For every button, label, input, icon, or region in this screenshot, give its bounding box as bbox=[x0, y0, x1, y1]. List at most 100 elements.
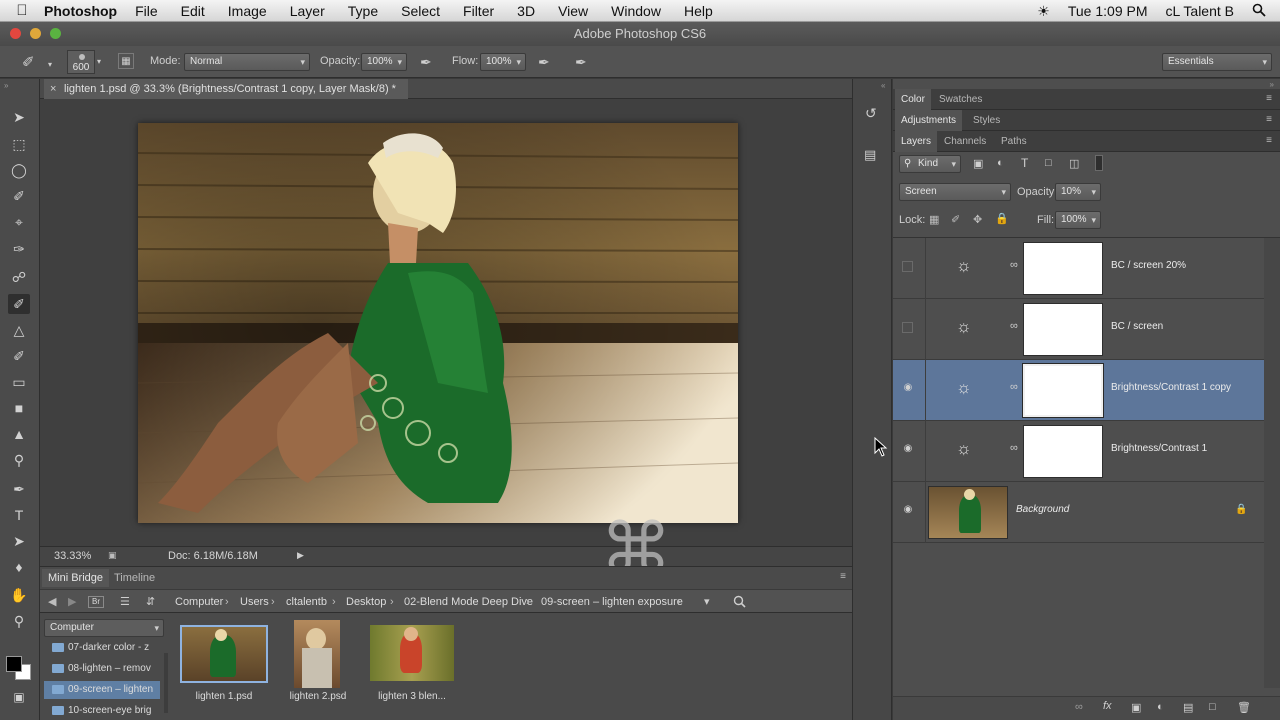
visibility-toggle-off[interactable] bbox=[902, 322, 913, 333]
menu-clock[interactable]: Tue 1:09 PM bbox=[1068, 3, 1148, 19]
brightness-icon[interactable]: ☀ bbox=[1037, 3, 1050, 20]
panel-menu-icon[interactable]: ≡ bbox=[1266, 93, 1272, 104]
menu-view[interactable]: View bbox=[558, 3, 588, 19]
blur-tool-icon[interactable]: ▲ bbox=[8, 424, 30, 444]
preset-dropdown-arrow[interactable]: ▾ bbox=[48, 60, 52, 69]
folder-item[interactable]: 10-screen-eye brig bbox=[44, 702, 160, 720]
crop-tool-icon[interactable]: ⌖ bbox=[8, 212, 30, 232]
breadcrumb-screen-lighten-exposure[interactable]: 09-screen – lighten exposure bbox=[541, 590, 683, 614]
spotlight-search-icon[interactable] bbox=[1252, 3, 1266, 20]
opacity-field[interactable]: 100% bbox=[361, 53, 407, 71]
zoom-level[interactable]: 33.33% bbox=[54, 550, 91, 562]
visibility-toggle-off[interactable] bbox=[902, 261, 913, 272]
new-group-icon[interactable]: ▤ bbox=[1183, 701, 1193, 714]
folder-list-scrollbar[interactable] bbox=[164, 653, 168, 713]
thumbnail-lighten-3[interactable] bbox=[370, 625, 454, 681]
path-selection-tool-icon[interactable]: ➤ bbox=[8, 531, 30, 551]
tab-paths[interactable]: Paths bbox=[995, 131, 1033, 152]
brush-size-picker[interactable]: 600 bbox=[67, 50, 95, 74]
mini-bridge-menu-icon[interactable]: ≡ bbox=[840, 571, 846, 582]
thumbnail-lighten-2[interactable] bbox=[294, 620, 340, 688]
workspace-select[interactable]: Essentials bbox=[1162, 53, 1272, 71]
status-options-icon[interactable]: ▣ bbox=[108, 550, 117, 561]
tab-adjustments[interactable]: Adjustments bbox=[895, 110, 963, 131]
background-layer-thumbnail[interactable] bbox=[928, 486, 1008, 539]
menu-3d[interactable]: 3D bbox=[517, 3, 535, 19]
filter-smart-object-icon[interactable]: ◫ bbox=[1069, 157, 1079, 170]
menu-help[interactable]: Help bbox=[684, 3, 713, 19]
breadcrumb-desktop[interactable]: Desktop bbox=[346, 590, 386, 614]
fx-icon[interactable]: fx bbox=[1103, 700, 1112, 712]
hand-tool-icon[interactable]: ✋ bbox=[8, 585, 30, 605]
menu-layer[interactable]: Layer bbox=[290, 3, 325, 19]
menu-filter[interactable]: Filter bbox=[463, 3, 494, 19]
tools-collapse-icon[interactable]: » bbox=[4, 81, 8, 90]
tab-styles[interactable]: Styles bbox=[967, 110, 1006, 131]
brush-panel-toggle-icon[interactable]: ▦ bbox=[118, 53, 134, 69]
type-tool-icon[interactable]: T bbox=[8, 505, 30, 525]
layer-name[interactable]: Brightness/Contrast 1 copy bbox=[1111, 382, 1231, 393]
layer-name[interactable]: BC / screen 20% bbox=[1111, 260, 1186, 271]
lasso-tool-icon[interactable]: ◯ bbox=[8, 160, 30, 180]
menu-window[interactable]: Window bbox=[611, 3, 661, 19]
folder-item[interactable]: 08-lighten – remov bbox=[44, 660, 160, 678]
clone-stamp-tool-icon[interactable]: △ bbox=[8, 320, 30, 340]
eyedropper-tool-icon[interactable]: ✑ bbox=[8, 239, 30, 259]
history-brush-tool-icon[interactable]: ✐ bbox=[8, 346, 30, 366]
bridge-launch-icon[interactable]: Br bbox=[88, 596, 104, 608]
mode-select[interactable]: Normal bbox=[184, 53, 310, 71]
image-canvas[interactable] bbox=[138, 123, 738, 523]
history-panel-icon[interactable]: ↺ bbox=[865, 105, 877, 122]
new-layer-icon[interactable]: □ bbox=[1209, 701, 1216, 713]
eye-icon[interactable]: ◉ bbox=[902, 504, 914, 516]
layer-name[interactable]: BC / screen bbox=[1111, 321, 1163, 332]
dock-collapse-icon[interactable]: « bbox=[881, 81, 885, 90]
breadcrumb-computer[interactable]: Computer bbox=[175, 590, 223, 614]
fill-field[interactable]: 100% bbox=[1055, 211, 1101, 229]
blend-mode-select[interactable]: Screen bbox=[899, 183, 1011, 201]
folder-item[interactable]: 07-darker color - z bbox=[44, 639, 160, 657]
apple-icon[interactable]:  bbox=[0, 2, 44, 19]
menu-image[interactable]: Image bbox=[228, 3, 267, 19]
menu-user[interactable]: cL Talent B bbox=[1166, 3, 1235, 19]
layers-scrollbar[interactable] bbox=[1264, 238, 1280, 688]
sort-icon[interactable]: ⇵ bbox=[146, 590, 155, 614]
tab-swatches[interactable]: Swatches bbox=[933, 89, 988, 110]
location-select[interactable]: Computer bbox=[44, 619, 164, 637]
menu-file[interactable]: File bbox=[135, 3, 158, 19]
move-tool-icon[interactable]: ➤ bbox=[8, 107, 30, 127]
layer-row-background[interactable]: ◉ Background 🔒 bbox=[893, 482, 1264, 543]
filter-type-icon[interactable]: T bbox=[1021, 156, 1028, 170]
folder-item-selected[interactable]: 09-screen – lighten bbox=[44, 681, 160, 699]
link-chain-icon[interactable]: ∞ bbox=[1010, 381, 1018, 393]
layer-mask-thumbnail[interactable] bbox=[1023, 303, 1103, 356]
layer-name[interactable]: Brightness/Contrast 1 bbox=[1111, 443, 1207, 454]
lock-all-icon[interactable]: 🔒 bbox=[995, 212, 1009, 225]
menu-app-photoshop[interactable]: Photoshop bbox=[44, 3, 117, 19]
dodge-tool-icon[interactable]: ⚲ bbox=[8, 450, 30, 470]
breadcrumb-users[interactable]: Users bbox=[240, 590, 269, 614]
thumbnail-lighten-1[interactable] bbox=[180, 625, 268, 683]
quick-selection-tool-icon[interactable]: ✐ bbox=[8, 186, 30, 206]
trash-icon[interactable]: 🗑 bbox=[1237, 701, 1251, 714]
tab-mini-bridge[interactable]: Mini Bridge bbox=[42, 569, 110, 587]
link-chain-icon[interactable]: ∞ bbox=[1010, 259, 1018, 271]
panel-menu-icon[interactable]: ≡ bbox=[1266, 135, 1272, 146]
back-arrow-icon[interactable]: ◀ bbox=[48, 590, 56, 614]
eraser-tool-icon[interactable]: ▭ bbox=[8, 372, 30, 392]
layer-row[interactable]: ☼ ∞ BC / screen bbox=[893, 299, 1264, 360]
forward-arrow-icon[interactable]: ▶ bbox=[68, 590, 76, 614]
adjustment-layer-icon[interactable]: ◐ bbox=[1157, 701, 1164, 713]
properties-panel-icon[interactable]: ▤ bbox=[864, 147, 876, 163]
shape-tool-icon[interactable]: ♦ bbox=[8, 557, 30, 577]
document-tab[interactable]: × lighten 1.psd @ 33.3% (Brightness/Cont… bbox=[44, 79, 408, 99]
menu-edit[interactable]: Edit bbox=[181, 3, 205, 19]
healing-brush-tool-icon[interactable]: ☍ bbox=[8, 267, 30, 287]
quick-mask-icon[interactable]: ▣ bbox=[8, 687, 30, 707]
pressure-opacity-icon[interactable]: ✒ bbox=[420, 54, 432, 71]
menu-type[interactable]: Type bbox=[348, 3, 378, 19]
layer-mask-thumbnail[interactable] bbox=[1022, 363, 1104, 418]
layer-row[interactable]: ☼ ∞ BC / screen 20% bbox=[893, 238, 1264, 299]
view-options-icon[interactable]: ☰ bbox=[120, 590, 130, 614]
pen-tool-icon[interactable]: ✒ bbox=[8, 479, 30, 499]
